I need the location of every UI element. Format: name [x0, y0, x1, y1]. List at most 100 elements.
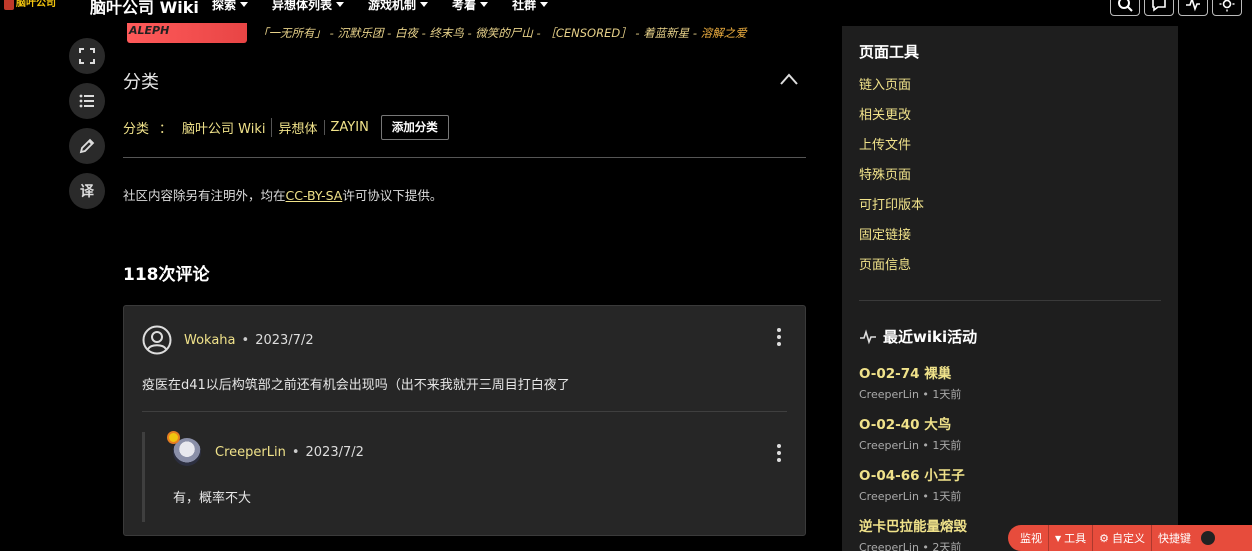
abnormality-link[interactable]: 微笑的尸山: [475, 26, 533, 40]
tool-link-upload-file[interactable]: 上传文件: [859, 136, 924, 166]
theme-toggle-button[interactable]: [1212, 0, 1242, 16]
separator-dot: •: [291, 444, 300, 460]
nav-item-explore[interactable]: 探索: [212, 0, 249, 13]
abnormality-link[interactable]: 「一无所有」: [257, 26, 326, 40]
star-badge-icon: [167, 431, 180, 444]
comment-header: Wokaha • 2023/7/2: [142, 324, 314, 356]
sun-icon: [1219, 0, 1235, 12]
abnormality-link[interactable]: 白夜: [395, 26, 418, 40]
chat-icon: [1152, 0, 1166, 12]
nav-item-mechanics[interactable]: 游戏机制: [368, 0, 429, 13]
recent-activity-list: O-02-74 裸巢 CreeperLin • 1天前 O-02-40 大鸟 C…: [859, 362, 967, 551]
license-link[interactable]: CC-BY-SA: [286, 188, 343, 203]
risk-level-badge: ALEPH: [127, 23, 247, 43]
watch-button[interactable]: 监视: [1008, 525, 1048, 551]
list-item: 逆卡巴拉能量熔毁 CreeperLin • 2天前: [859, 515, 967, 551]
link-separator: -: [383, 26, 395, 40]
nav-item-community[interactable]: 社群: [512, 0, 549, 13]
link-separator: -: [463, 26, 476, 40]
activity-page-link[interactable]: O-02-40 大鸟: [859, 413, 967, 433]
abnormality-link[interactable]: 着蓝新星: [643, 26, 689, 40]
more-options-icon[interactable]: [776, 328, 782, 346]
reply-date: 2023/7/2: [305, 444, 364, 460]
comment-date: 2023/7/2: [255, 332, 314, 348]
abnormality-link[interactable]: 沉默乐团: [337, 26, 383, 40]
tool-link-printable-version[interactable]: 可打印版本: [859, 196, 924, 226]
reply-author[interactable]: CreeperLin: [215, 445, 286, 460]
list-icon: [79, 94, 94, 108]
table-of-contents-button[interactable]: [69, 83, 105, 119]
search-icon: [1118, 0, 1133, 12]
abnormality-link[interactable]: ［CENSORED］: [544, 26, 631, 40]
tool-link-what-links-here[interactable]: 链入页面: [859, 76, 924, 106]
search-button[interactable]: [1110, 0, 1140, 16]
link-separator: -: [631, 26, 644, 40]
tool-link-permanent-link[interactable]: 固定链接: [859, 226, 924, 256]
activity-meta: CreeperLin • 1天前: [859, 439, 962, 452]
caret-down-icon: [420, 2, 429, 7]
translate-button[interactable]: 译: [69, 173, 105, 209]
category-link[interactable]: 脑叶公司 Wiki: [182, 118, 271, 137]
tool-link-related-changes[interactable]: 相关更改: [859, 106, 924, 136]
activity-meta: CreeperLin • 1天前: [859, 490, 962, 503]
customize-button[interactable]: ⚙ 自定义: [1092, 525, 1151, 551]
recent-activity-title: 最近wiki活动: [883, 328, 978, 346]
abnormality-link[interactable]: 溶解之爱: [701, 26, 747, 40]
separator-dot: •: [241, 332, 250, 348]
list-item: O-02-40 大鸟 CreeperLin • 1天前: [859, 413, 967, 464]
caret-down-icon: [540, 2, 549, 7]
chevron-up-icon[interactable]: [779, 72, 799, 86]
close-icon[interactable]: [1201, 531, 1216, 545]
edit-button[interactable]: [69, 128, 105, 164]
avatar[interactable]: [167, 431, 201, 466]
comment-thread: Wokaha • 2023/7/2 疫医在d41以后构筑部之前还有机会出现吗（出…: [123, 305, 806, 536]
comments-count-heading: 118次评论: [123, 265, 210, 285]
discussions-button[interactable]: [1144, 0, 1174, 16]
reply-body: 有，概率不大: [173, 491, 252, 506]
more-options-icon[interactable]: [776, 444, 782, 462]
category-colon: ：: [159, 121, 173, 137]
category-list: 分类 ： 脑叶公司 Wiki 异想体 ZAYIN 添加分类: [123, 114, 449, 140]
link-separator: -: [326, 26, 338, 40]
category-label: 分类: [123, 121, 150, 137]
fullscreen-button[interactable]: [69, 38, 105, 74]
activity-meta: CreeperLin • 1天前: [859, 388, 962, 401]
comment-author[interactable]: Wokaha: [184, 333, 236, 348]
bottom-toolbar: 监视 ▼ 工具 ⚙ 自定义 快捷键: [1008, 525, 1252, 551]
sidebar-divider: [859, 300, 1161, 301]
activity-page-link[interactable]: 逆卡巴拉能量熔毁: [859, 515, 967, 535]
license-notice: 社区内容除另有注明外，均在CC-BY-SA许可协议下提供。: [123, 188, 443, 203]
activity-button[interactable]: [1178, 0, 1208, 16]
comment-reply: CreeperLin • 2023/7/2 有，概率不大: [142, 431, 787, 522]
right-sidebar: 页面工具 链入页面 相关更改 上传文件 特殊页面 可打印版本 固定链接 页面信息…: [842, 26, 1178, 551]
page-tools-title: 页面工具: [859, 43, 920, 61]
caret-down-icon: [480, 2, 489, 7]
activity-meta: CreeperLin • 2天前: [859, 541, 962, 551]
tools-menu-button[interactable]: ▼ 工具: [1048, 525, 1092, 551]
site-logo[interactable]: 脑叶公司: [4, 0, 64, 14]
tool-link-special-pages[interactable]: 特殊页面: [859, 166, 924, 196]
pulse-icon: [860, 328, 876, 344]
category-link[interactable]: 异想体: [271, 117, 323, 137]
tool-link-page-information[interactable]: 页面信息: [859, 256, 924, 286]
page-side-tools: 译: [69, 38, 105, 209]
link-separator: -: [417, 26, 430, 40]
categories-section-header[interactable]: 分类: [123, 68, 803, 96]
recent-activity-header: 最近wiki活动: [859, 326, 977, 347]
shortcuts-button[interactable]: 快捷键: [1151, 525, 1197, 551]
activity-page-link[interactable]: O-04-66 小王子: [859, 464, 967, 484]
nav-item-abnormalities[interactable]: 异想体列表: [272, 0, 345, 13]
page-tools-list: 链入页面 相关更改 上传文件 特殊页面 可打印版本 固定链接 页面信息: [859, 76, 924, 286]
list-item: O-04-66 小王子 CreeperLin • 1天前: [859, 464, 967, 515]
abnormality-link[interactable]: 终末鸟: [429, 26, 464, 40]
gear-icon: ⚙: [1099, 531, 1110, 545]
add-category-button[interactable]: 添加分类: [380, 114, 449, 140]
category-link[interactable]: ZAYIN: [323, 119, 375, 135]
nav-item-research[interactable]: 考着: [452, 0, 489, 13]
site-title[interactable]: 脑叶公司 Wiki: [90, 0, 199, 18]
user-avatar-icon[interactable]: [142, 325, 172, 355]
caret-down-icon: [336, 2, 345, 7]
list-item: O-02-74 裸巢 CreeperLin • 1天前: [859, 362, 967, 413]
pencil-icon: [79, 138, 95, 154]
activity-page-link[interactable]: O-02-74 裸巢: [859, 362, 967, 382]
